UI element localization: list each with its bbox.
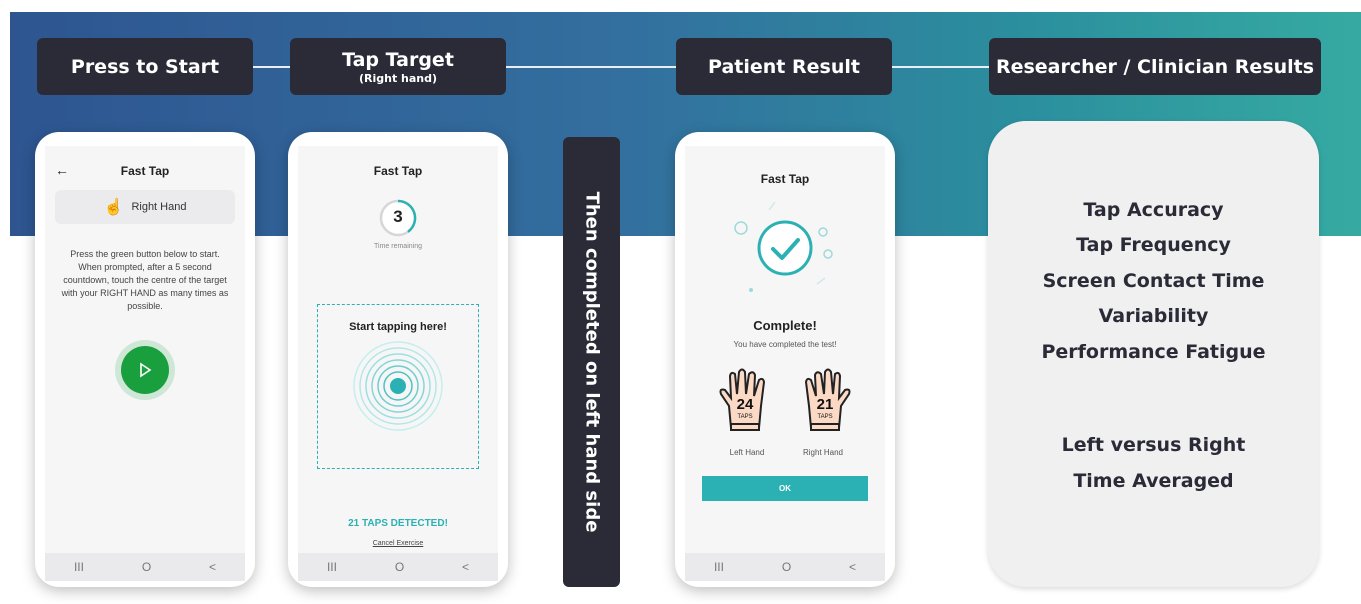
- complete-heading: Complete!: [753, 318, 817, 333]
- result-metric: Screen Contact Time: [1042, 270, 1265, 292]
- home-icon[interactable]: O: [395, 560, 404, 574]
- recent-apps-icon[interactable]: III: [327, 560, 337, 574]
- play-icon: [140, 362, 152, 378]
- phone-press-start: ← Fast Tap ☝ Right Hand Press the green …: [35, 132, 255, 587]
- back-icon[interactable]: <: [462, 560, 469, 574]
- result-metric: Variability: [1098, 305, 1209, 327]
- screen-title: Fast Tap: [760, 172, 810, 186]
- recent-apps-icon[interactable]: III: [74, 560, 84, 574]
- phone-screen: Fast Tap 3 Time remaining Start tapping …: [298, 146, 498, 555]
- android-navbar: III O <: [685, 553, 885, 581]
- pointing-hand-icon: ☝: [103, 199, 124, 216]
- step-header-researcher: Researcher / Clinician Results: [989, 38, 1321, 95]
- android-navbar: III O <: [45, 553, 245, 581]
- connector-line: [252, 66, 292, 68]
- android-navbar: III O <: [298, 553, 498, 581]
- hand-indicator: ☝ Right Hand: [55, 190, 235, 224]
- step-subtitle: (Right hand): [358, 71, 438, 85]
- right-hand-label: Right Hand: [802, 448, 844, 457]
- phone-tap-target: Fast Tap 3 Time remaining Start tapping …: [288, 132, 508, 587]
- right-taps-count: 21: [816, 396, 834, 413]
- left-side-note: Then completed on left hand side: [563, 137, 620, 587]
- taps-unit: TAPS: [737, 414, 753, 420]
- back-icon[interactable]: <: [849, 560, 856, 574]
- recent-apps-icon[interactable]: III: [714, 560, 724, 574]
- left-hand-label: Left Hand: [729, 448, 765, 457]
- result-extra: Time Averaged: [1073, 470, 1234, 492]
- cancel-exercise-link[interactable]: Cancel Exercise: [298, 540, 498, 547]
- screen-title: Fast Tap: [120, 164, 170, 178]
- right-hand-icon: 21 TAPS: [793, 366, 853, 432]
- result-metric: Tap Frequency: [1076, 234, 1231, 256]
- taps-unit: TAPS: [817, 414, 833, 420]
- step-header-press-start: Press to Start: [37, 38, 253, 95]
- start-tapping-label: Start tapping here!: [349, 321, 447, 333]
- taps-detected-text: 21 TAPS DETECTED!: [348, 518, 448, 529]
- tap-target-area[interactable]: Start tapping here!: [317, 304, 479, 469]
- ok-button[interactable]: OK: [702, 476, 868, 501]
- target-icon: [353, 341, 443, 431]
- home-icon[interactable]: O: [142, 560, 151, 574]
- phone-screen: Fast Tap Complete! You have completed th…: [685, 146, 885, 555]
- phone-screen: ← Fast Tap ☝ Right Hand Press the green …: [45, 146, 245, 555]
- home-icon[interactable]: O: [782, 560, 791, 574]
- hand-label: Right Hand: [131, 201, 187, 213]
- step-header-tap-target: Tap Target (Right hand): [290, 38, 506, 95]
- instructions-text: Press the green button below to start. W…: [61, 249, 229, 311]
- start-button[interactable]: [121, 346, 169, 394]
- phone-patient-result: Fast Tap Complete! You have completed th…: [675, 132, 895, 587]
- complete-check-icon: [734, 201, 833, 292]
- screen-title: Fast Tap: [373, 164, 423, 178]
- left-side-note-text: Then completed on left hand side: [581, 191, 602, 533]
- connector-line: [891, 66, 991, 68]
- step-title: Patient Result: [708, 55, 860, 78]
- step-title: Researcher / Clinician Results: [995, 55, 1315, 78]
- left-hand-icon: 24 TAPS: [717, 366, 777, 432]
- connector-line: [505, 66, 677, 68]
- completed-text: You have completed the test!: [733, 340, 837, 349]
- result-extra: Left versus Right: [1061, 434, 1246, 456]
- step-title: Tap Target: [342, 48, 454, 71]
- step-title: Press to Start: [70, 55, 220, 78]
- result-metric: Performance Fatigue: [1041, 341, 1266, 363]
- researcher-results-panel: Tap Accuracy Tap Frequency Screen Contac…: [988, 121, 1319, 587]
- back-icon[interactable]: <: [209, 560, 216, 574]
- result-metric: Tap Accuracy: [1083, 199, 1224, 221]
- countdown-ring: 3: [378, 198, 418, 238]
- countdown-number: 3: [393, 207, 403, 226]
- time-remaining-label: Time remaining: [374, 243, 422, 250]
- step-header-patient-result: Patient Result: [676, 38, 892, 95]
- left-taps-count: 24: [736, 396, 754, 413]
